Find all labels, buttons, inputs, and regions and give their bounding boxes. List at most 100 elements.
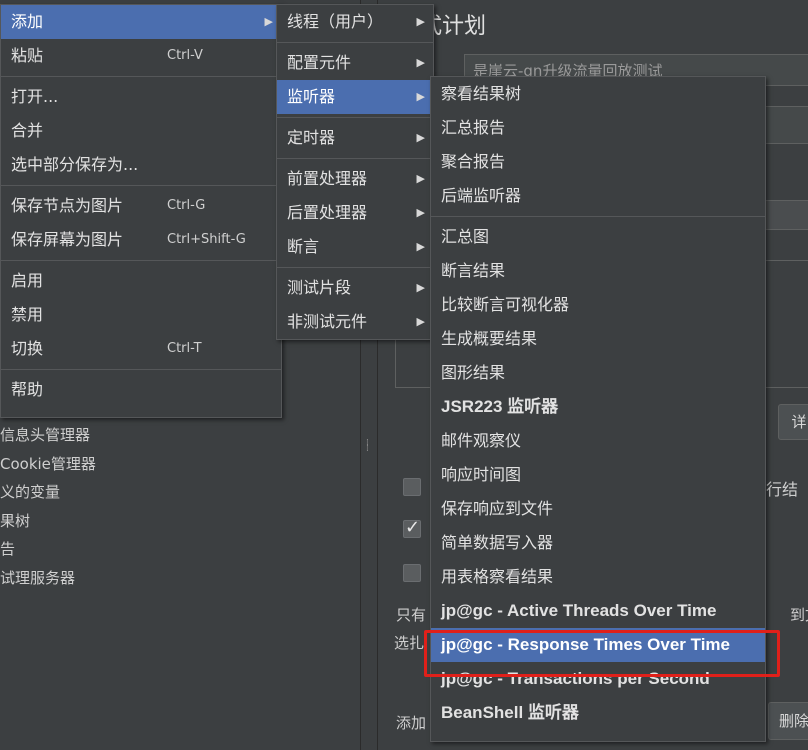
select-label: 选扎 <box>394 634 425 652</box>
submenu-arrow-icon: ▶ <box>264 15 273 28</box>
context-menu-item-4[interactable]: 合并 <box>1 114 281 148</box>
menu-item-label: 配置元件 <box>287 53 352 72</box>
menu-item-label: 添加 <box>11 12 44 31</box>
detail-button[interactable]: 详 <box>778 404 808 440</box>
tree-node[interactable]: Cookie管理器 <box>0 453 96 474</box>
submenu-arrow-icon: ▶ <box>416 172 425 185</box>
menu-item-label: 用表格察看结果 <box>441 567 554 586</box>
add-submenu-item-0[interactable]: 线程（用户） ▶ <box>277 5 433 39</box>
menu-separator <box>1 369 281 370</box>
listener-submenu-item-19[interactable]: BeanShell 监听器 <box>431 696 765 730</box>
listener-submenu-item-0[interactable]: 察看结果树 <box>431 77 765 111</box>
option-checkbox-1[interactable] <box>403 478 421 496</box>
menu-item-label: 保存节点为图片 <box>11 196 124 215</box>
listener-submenu-item-18[interactable]: jp@gc - Transactions per Second <box>431 662 765 696</box>
submenu-arrow-icon: ▶ <box>416 15 425 28</box>
add-submenu-item-12[interactable]: 非测试元件 ▶ <box>277 305 433 339</box>
listener-submenu-item-1[interactable]: 汇总报告 <box>431 111 765 145</box>
menu-item-label: 汇总图 <box>441 227 490 246</box>
menu-separator <box>277 117 433 118</box>
context-menu-item-0[interactable]: 添加 ▶ <box>1 5 281 39</box>
listener-submenu-item-17[interactable]: jp@gc - Response Times Over Time <box>431 628 765 662</box>
menu-item-label: 保存响应到文件 <box>441 499 554 518</box>
add-submenu-item-7[interactable]: 前置处理器 ▶ <box>277 162 433 196</box>
tree-node[interactable]: 果树 <box>0 510 30 531</box>
submenu-arrow-icon: ▶ <box>416 206 425 219</box>
add-submenu-item-5[interactable]: 定时器 ▶ <box>277 121 433 155</box>
menu-item-label: 比较断言可视化器 <box>441 295 570 314</box>
menu-separator <box>431 216 765 217</box>
context-menu-item-12[interactable]: 切换 Ctrl-T <box>1 332 281 366</box>
option-checkbox-3[interactable] <box>403 564 421 582</box>
menu-item-label: BeanShell 监听器 <box>441 703 579 722</box>
option-checkbox-2[interactable] <box>403 520 421 538</box>
listener-submenu-item-5[interactable]: 汇总图 <box>431 220 765 254</box>
menu-item-label: 监听器 <box>287 87 336 106</box>
menu-item-label: 禁用 <box>11 305 44 324</box>
divider-grip-icon[interactable]: ⁞ ⁞ <box>366 439 372 464</box>
listener-submenu-item-15[interactable]: 用表格察看结果 <box>431 560 765 594</box>
menu-separator <box>277 42 433 43</box>
menu-item-label: jp@gc - Response Times Over Time <box>441 635 730 654</box>
add-submenu-item-2[interactable]: 配置元件 ▶ <box>277 46 433 80</box>
menu-separator <box>1 260 281 261</box>
context-menu-item-7[interactable]: 保存节点为图片 Ctrl-G <box>1 189 281 223</box>
listener-submenu-item-11[interactable]: 邮件观察仪 <box>431 424 765 458</box>
menu-item-label: jp@gc - Transactions per Second <box>441 669 710 688</box>
tree-node[interactable]: 信息头管理器 <box>0 424 90 445</box>
context-menu-item-5[interactable]: 选中部分保存为... <box>1 148 281 182</box>
menu-item-label: 响应时间图 <box>441 465 522 484</box>
context-menu-item-10[interactable]: 启用 <box>1 264 281 298</box>
context-menu-item-1[interactable]: 粘贴 Ctrl-V <box>1 39 281 73</box>
menu-separator <box>1 185 281 186</box>
add-submenu-item-8[interactable]: 后置处理器 ▶ <box>277 196 433 230</box>
menu-item-label: 启用 <box>11 271 44 290</box>
menu-item-label: 察看结果树 <box>441 84 522 103</box>
listener-submenu-item-9[interactable]: 图形结果 <box>431 356 765 390</box>
listener-submenu-item-12[interactable]: 响应时间图 <box>431 458 765 492</box>
context-menu-item-11[interactable]: 禁用 <box>1 298 281 332</box>
delete-button[interactable]: 删除 <box>768 702 808 740</box>
submenu-arrow-icon: ▶ <box>416 281 425 294</box>
context-menu-item-8[interactable]: 保存屏幕为图片 Ctrl+Shift-G <box>1 223 281 257</box>
listener-submenu-item-3[interactable]: 后端监听器 <box>431 179 765 213</box>
listener-submenu-item-10[interactable]: JSR223 监听器 <box>431 390 765 424</box>
context-menu-item-3[interactable]: 打开... <box>1 80 281 114</box>
menu-item-label: 非测试元件 <box>287 312 368 331</box>
context-menu-item-14[interactable]: 帮助 <box>1 373 281 407</box>
option-label-2: 到文 <box>790 606 808 624</box>
listener-submenu: 察看结果树汇总报告 聚合报告后端监听器汇总图断言结果比较断言可视化器 生成概要结果图… <box>430 76 766 742</box>
menu-item-label: 保存屏幕为图片 <box>11 230 124 249</box>
listener-submenu-item-16[interactable]: jp@gc - Active Threads Over Time <box>431 594 765 628</box>
listener-submenu-item-13[interactable]: 保存响应到文件 <box>431 492 765 526</box>
listener-submenu-item-6[interactable]: 断言结果 <box>431 254 765 288</box>
menu-item-label: 图形结果 <box>441 363 506 382</box>
submenu-arrow-icon: ▶ <box>416 240 425 253</box>
menu-item-label: JSR223 监听器 <box>441 397 559 416</box>
menu-item-shortcut: Ctrl-V <box>167 48 203 63</box>
menu-item-label: 帮助 <box>11 380 44 399</box>
menu-item-label: 打开... <box>11 87 59 106</box>
add-submenu-item-3[interactable]: 监听器 ▶ <box>277 80 433 114</box>
submenu-arrow-icon: ▶ <box>416 131 425 144</box>
menu-item-label: 后端监听器 <box>441 186 522 205</box>
tree-node[interactable]: 告 <box>0 538 15 559</box>
menu-item-label: 生成概要结果 <box>441 329 538 348</box>
menu-separator <box>277 158 433 159</box>
menu-item-label: 断言 <box>287 237 320 256</box>
menu-item-shortcut: Ctrl-G <box>167 198 206 213</box>
tree-node[interactable]: 义的变量 <box>0 481 60 502</box>
listener-submenu-item-7[interactable]: 比较断言可视化器 <box>431 288 765 322</box>
menu-item-label: 合并 <box>11 121 44 140</box>
listener-submenu-item-8[interactable]: 生成概要结果 <box>431 322 765 356</box>
menu-item-label: 粘贴 <box>11 46 44 65</box>
menu-item-label: 简单数据写入器 <box>441 533 554 552</box>
add-submenu-item-9[interactable]: 断言 ▶ <box>277 230 433 264</box>
add-submenu-item-11[interactable]: 测试片段 ▶ <box>277 271 433 305</box>
menu-item-label: 前置处理器 <box>287 169 368 188</box>
tree-node[interactable]: 试理服务器 <box>0 567 75 588</box>
menu-item-label: 线程（用户） <box>287 12 384 31</box>
menu-item-shortcut: Ctrl+Shift-G <box>167 232 246 247</box>
listener-submenu-item-2[interactable]: 聚合报告 <box>431 145 765 179</box>
listener-submenu-item-14[interactable]: 简单数据写入器 <box>431 526 765 560</box>
